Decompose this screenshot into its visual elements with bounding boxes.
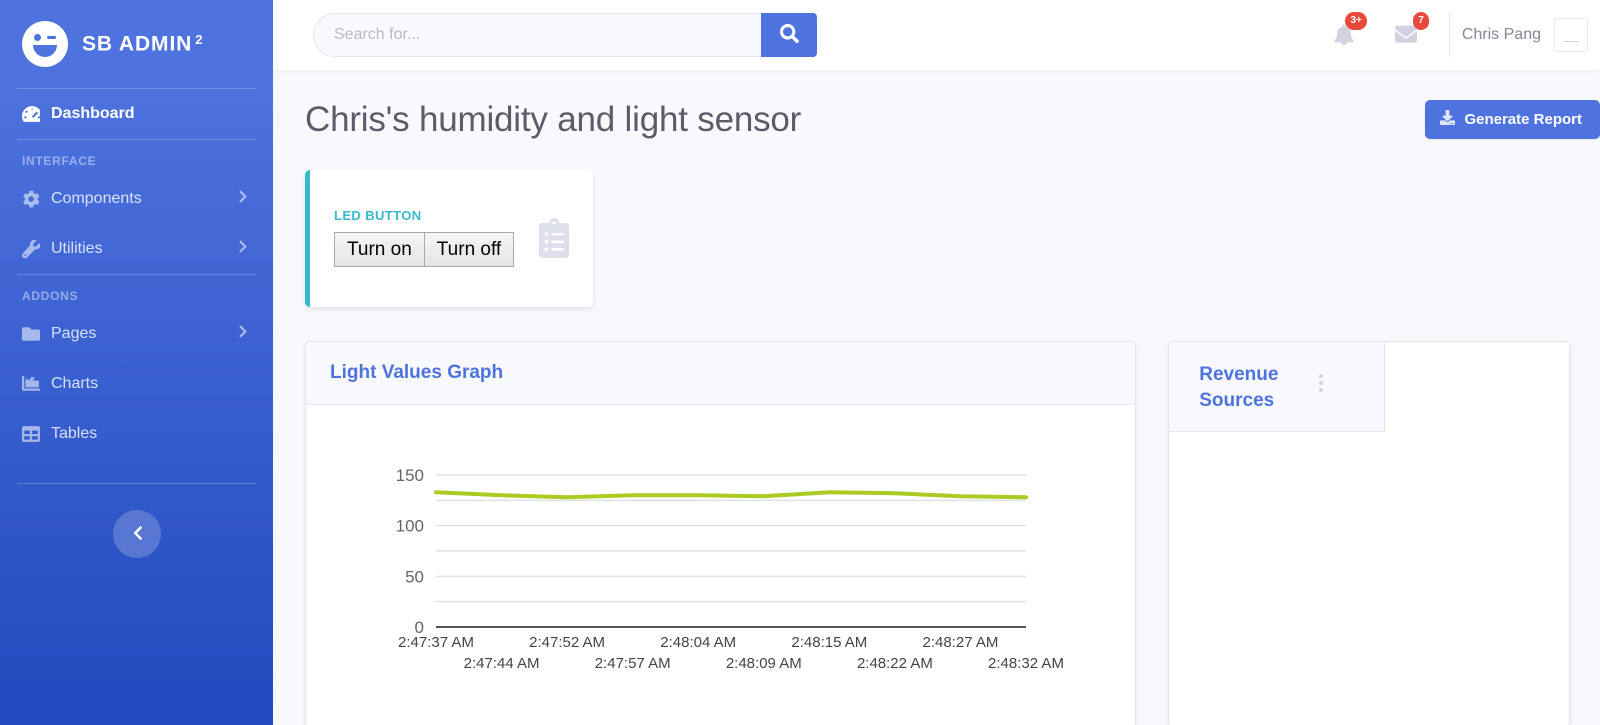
svg-text:2:48:09 AM: 2:48:09 AM [726,655,802,672]
svg-text:2:48:22 AM: 2:48:22 AM [857,655,933,672]
brand-superscript: 2 [195,31,203,47]
turn-on-button[interactable]: Turn on [334,231,425,268]
wrench-icon [22,240,40,258]
led-card-label: LED BUTTON [334,207,422,223]
svg-text:2:47:44 AM: 2:47:44 AM [464,655,540,672]
svg-text:2:48:04 AM: 2:48:04 AM [660,634,736,651]
light-values-chart[interactable]: 0 50 100 150 2:47:37 AM 2:47:44 AM 2:47:52 AM… [326,419,1116,679]
sidebar-item-label: Tables [51,425,98,442]
revenue-sources-card: Revenue Sources [1168,341,1570,725]
sidebar-divider-4 [17,483,256,484]
revenue-sources-card-header: Revenue Sources [1169,342,1386,433]
laugh-wink-icon [22,21,68,67]
svg-text:2:47:52 AM: 2:47:52 AM [529,634,605,651]
light-values-card-header: Light Values Graph [306,342,1136,405]
folder-icon [22,325,40,343]
chevron-right-icon [237,325,249,344]
content-wrapper: 3+ 7 Chris Pang Chris's humidity and l [273,0,1600,725]
light-values-card: Light Values Graph 0 50 100 150 2:47:37 AM 2… [305,341,1137,725]
svg-text:100: 100 [396,517,424,536]
messages-button[interactable]: 7 [1375,0,1437,70]
topbar-divider [1448,13,1450,57]
search-input[interactable] [313,13,761,57]
chevron-right-icon [237,190,249,209]
sidebar-item-label: Components [51,190,142,207]
chart-x-axis-labels: 2:47:37 AM 2:47:44 AM 2:47:52 AM 2:47:57 AM… [398,634,1064,672]
sidebar-item-components[interactable]: Components [0,174,273,224]
sidebar-heading-interface: INTERFACE [22,154,97,168]
sidebar-toggle-button[interactable] [112,510,161,558]
alerts-badge: 3+ [1345,12,1367,30]
turn-off-button[interactable]: Turn off [424,231,515,268]
chart-y-axis-labels: 050100150 [396,466,424,637]
sidebar-item-label: Charts [51,375,99,392]
user-name: Chris Pang [1461,26,1541,43]
sidebar-toggle-wrap [0,510,273,558]
brand-name: SB ADMIN [82,32,193,56]
avatar [1554,18,1588,52]
sidebar-heading-addons: ADDONS [22,289,79,303]
cards-row: Light Values Graph 0 50 100 150 2:47:37 AM 2… [305,341,1570,725]
svg-text:150: 150 [396,466,424,485]
svg-text:2:48:27 AM: 2:48:27 AM [922,634,998,651]
brand-logo[interactable]: SB ADMIN 2 [0,0,273,88]
svg-text:50: 50 [405,567,424,586]
sidebar-item-tables[interactable]: Tables [0,409,273,459]
led-card-content: LED BUTTON Turn on Turn off [334,207,515,268]
app-root: SB ADMIN 2 Dashboard INTERFACE Components [0,0,1600,725]
svg-text:2:48:32 AM: 2:48:32 AM [988,655,1064,672]
generate-report-button[interactable]: Generate Report [1425,100,1600,139]
clipboard-list-icon [537,218,571,263]
chart-svg: 050100150 2:47:37 AM2:47:44 AM2:47:52 AM… [396,466,1064,672]
sidebar-item-label: Pages [51,325,97,342]
user-menu[interactable]: Chris Pang [1462,18,1598,52]
download-icon [1440,110,1456,129]
led-button-card: LED BUTTON Turn on Turn off [305,170,593,307]
topbar-right: 3+ 7 Chris Pang [1313,0,1600,70]
page-header: Chris's humidity and light sensor Genera… [305,96,1600,144]
card-title: Revenue Sources [1199,364,1279,411]
svg-text:2:47:57 AM: 2:47:57 AM [595,655,671,672]
table-icon [22,425,40,443]
chart-area-icon [22,375,40,393]
sidebar-item-dashboard[interactable]: Dashboard [0,89,273,139]
led-button-group: Turn on Turn off [334,231,515,268]
brand-name-wrap: SB ADMIN 2 [82,32,203,56]
sidebar-item-label: Utilities [51,240,103,257]
sidebar-item-utilities[interactable]: Utilities [0,224,273,274]
sidebar-item-charts[interactable]: Charts [0,359,273,409]
ellipsis-vertical-icon[interactable] [1317,368,1325,398]
svg-text:2:48:15 AM: 2:48:15 AM [791,634,867,651]
messages-badge: 7 [1413,12,1429,30]
alerts-button[interactable]: 3+ [1313,0,1375,70]
sidebar-item-pages[interactable]: Pages [0,309,273,359]
chart-series-line [434,490,1028,500]
chevron-left-icon [130,525,144,544]
search-button[interactable] [761,13,817,57]
generate-report-label: Generate Report [1464,111,1582,128]
main-container: Chris's humidity and light sensor Genera… [273,70,1600,725]
card-title: Light Values Graph [330,362,504,383]
light-values-card-body: 0 50 100 150 2:47:37 AM 2:47:44 AM 2:47:52 AM… [306,405,1135,693]
topbar: 3+ 7 Chris Pang [273,0,1600,70]
sidebar: SB ADMIN 2 Dashboard INTERFACE Components [0,0,273,725]
page-title: Chris's humidity and light sensor [305,99,802,139]
tachometer-icon [22,105,40,123]
cog-icon [22,190,40,208]
svg-text:2:47:37 AM: 2:47:37 AM [398,634,474,651]
chevron-right-icon [237,240,249,259]
search-icon [779,24,799,46]
search-form [313,13,817,57]
sidebar-item-label: Dashboard [51,105,135,122]
